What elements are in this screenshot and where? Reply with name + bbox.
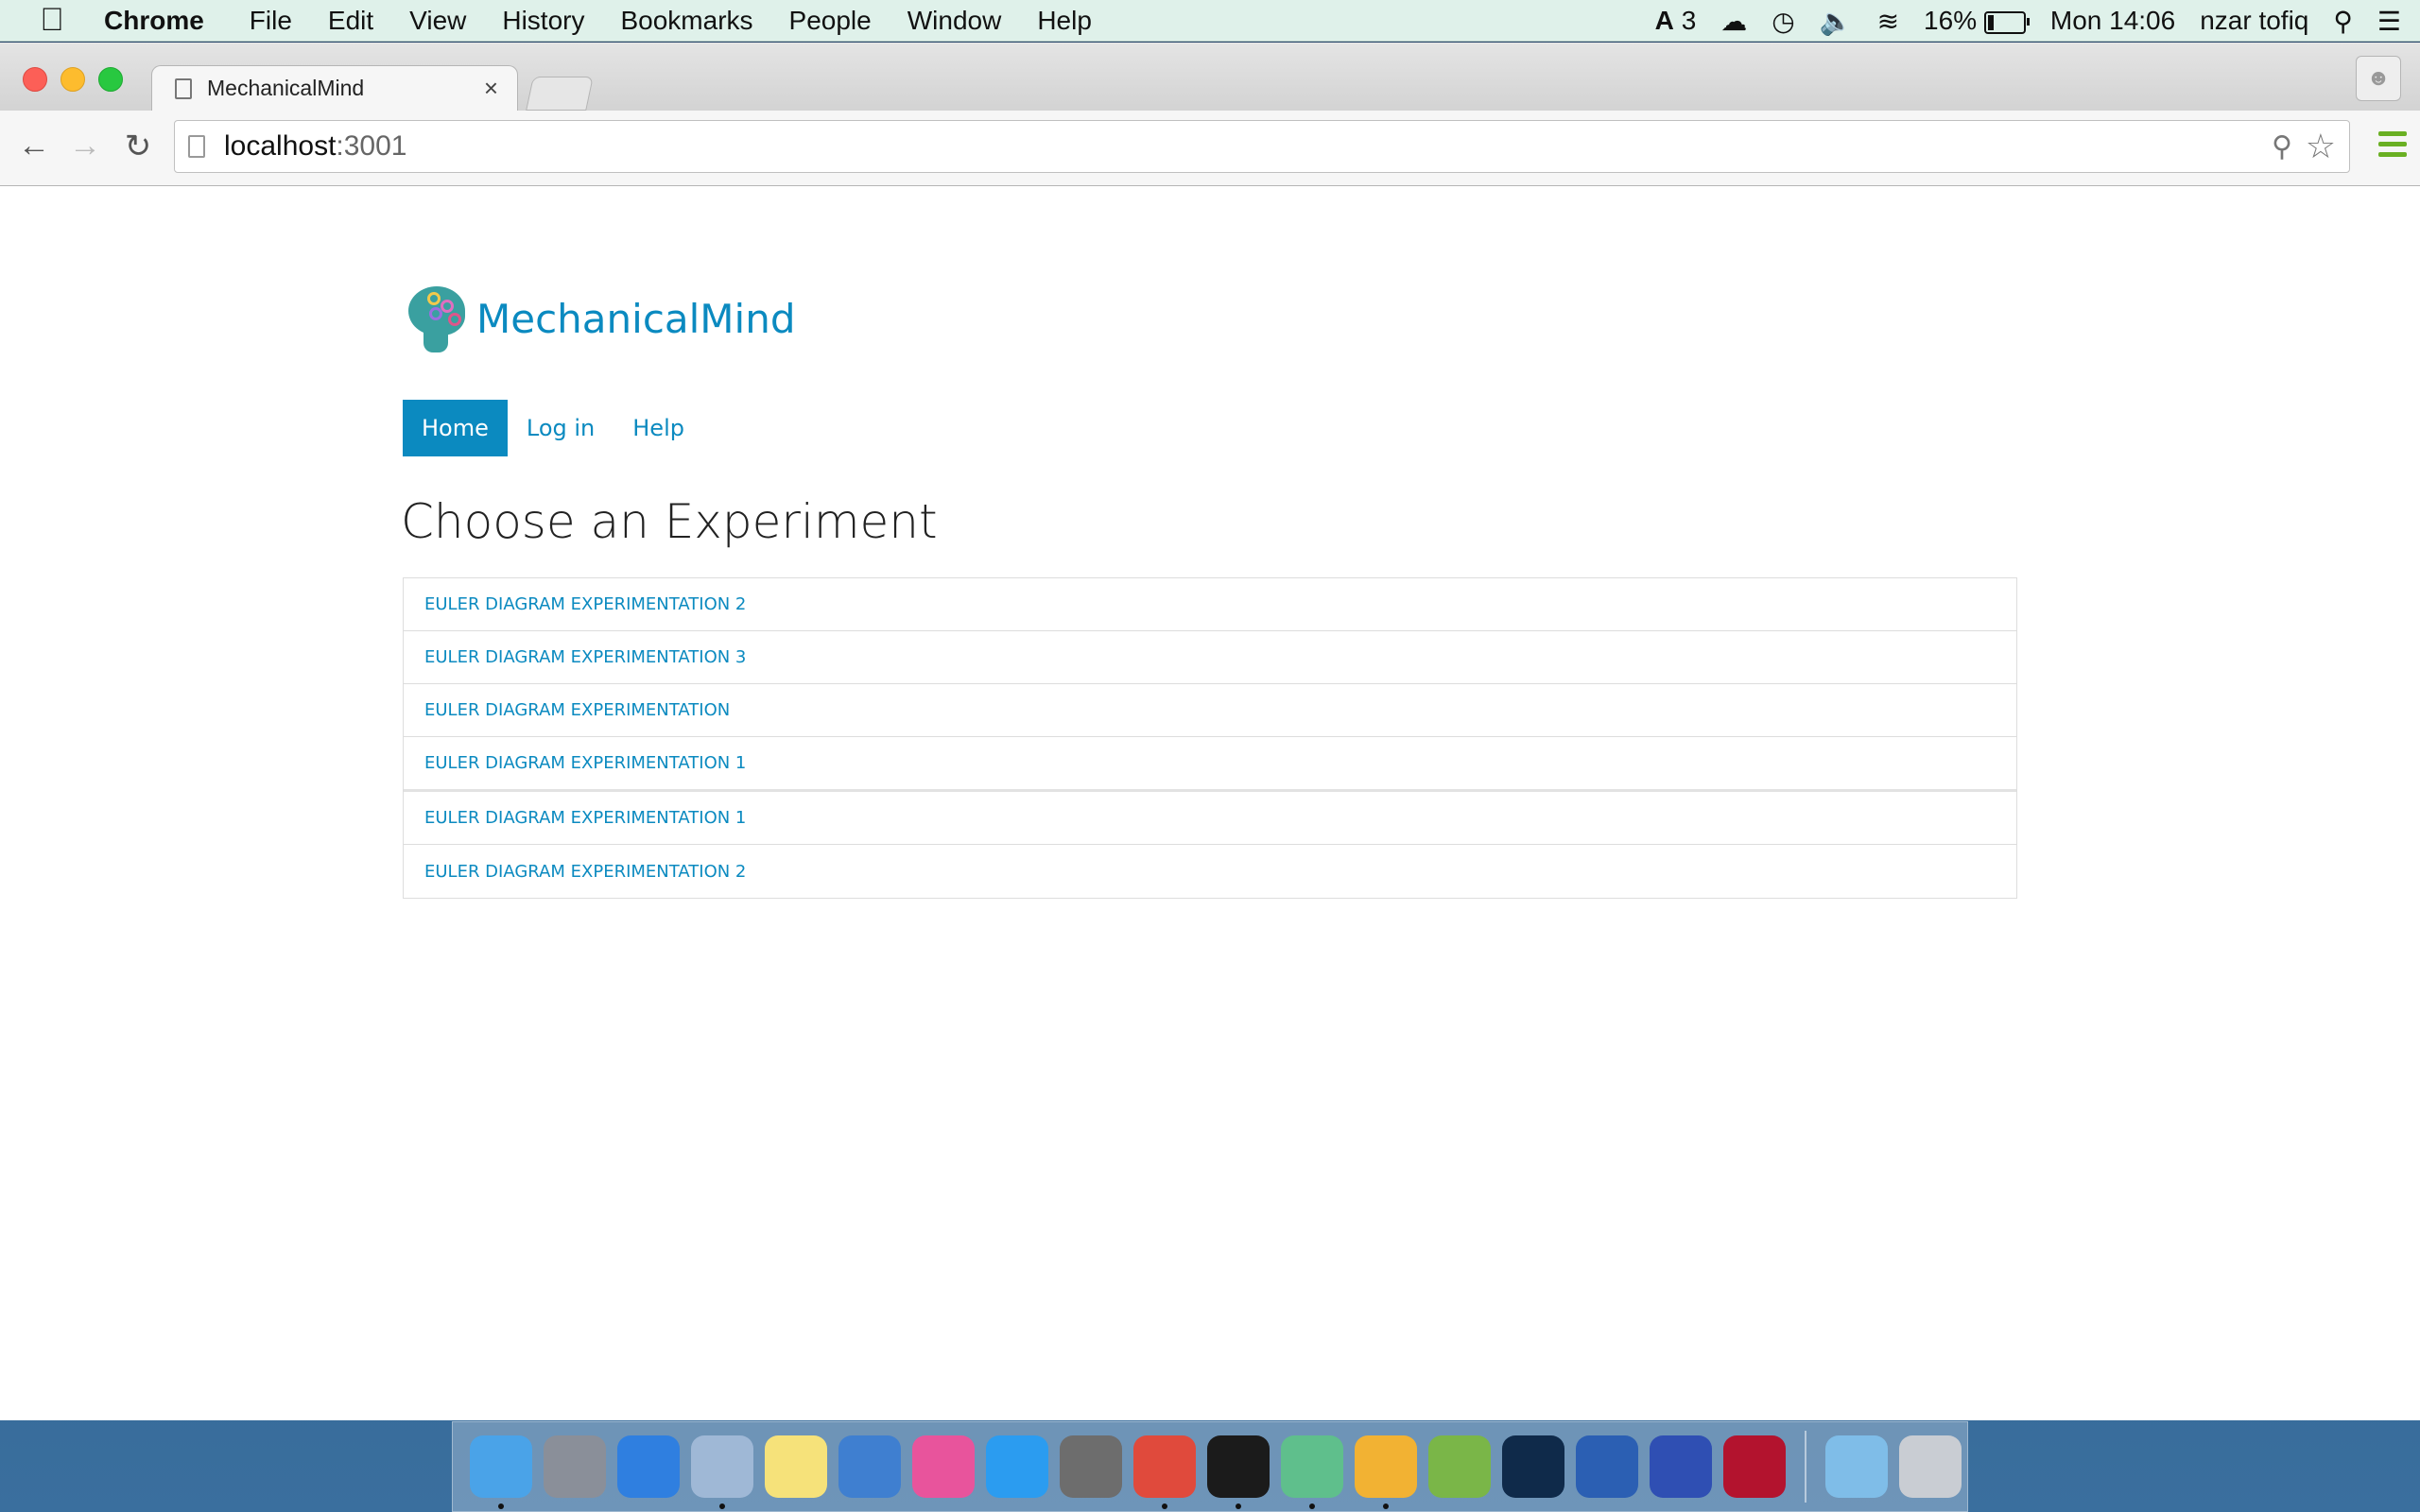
android-studio-icon[interactable] xyxy=(1428,1435,1491,1498)
menu-bar:  Chrome File Edit View History Bookmark… xyxy=(0,0,2420,42)
battery-percent: 16% xyxy=(1924,6,1978,35)
safari-icon[interactable] xyxy=(617,1435,680,1498)
forward-icon[interactable]: → xyxy=(64,128,106,164)
adobe-icon: A xyxy=(1654,6,1674,35)
mendeley-icon[interactable] xyxy=(1723,1435,1786,1498)
page-info-icon[interactable] xyxy=(188,135,205,158)
minimize-window-button[interactable] xyxy=(60,67,85,92)
mail-icon[interactable] xyxy=(691,1435,753,1509)
launchpad-icon[interactable] xyxy=(544,1435,606,1498)
photoshop-icon[interactable] xyxy=(1502,1435,1564,1498)
menu-view[interactable]: View xyxy=(409,6,466,36)
word-icon[interactable] xyxy=(1576,1435,1638,1498)
url-host: localhost xyxy=(224,130,337,162)
notes-icon[interactable] xyxy=(765,1435,827,1498)
nav-log-in[interactable]: Log in xyxy=(508,400,614,456)
time-machine-icon[interactable]: ◷ xyxy=(1772,6,1794,37)
battery-icon xyxy=(1983,10,2030,34)
notification-center-icon[interactable]: ☰ xyxy=(2377,6,2401,37)
terminal-icon[interactable] xyxy=(1207,1435,1270,1509)
nav-help[interactable]: Help xyxy=(614,400,703,456)
chrome-icon[interactable] xyxy=(1133,1435,1196,1509)
volume-icon[interactable]: 🔈 xyxy=(1820,6,1853,37)
system-preferences-icon[interactable] xyxy=(1060,1435,1122,1498)
experiment-link[interactable]: EULER DIAGRAM EXPERIMENTATION 2 xyxy=(404,578,2016,631)
wifi-icon[interactable]: ≋ xyxy=(1877,6,1899,37)
experiment-link[interactable]: EULER DIAGRAM EXPERIMENTATION xyxy=(404,684,2016,737)
experiment-link[interactable]: EULER DIAGRAM EXPERIMENTATION 2 xyxy=(404,845,2016,898)
new-tab-button[interactable] xyxy=(526,77,594,111)
brain-logo-icon xyxy=(405,281,471,356)
page-icon xyxy=(175,77,192,99)
browser-tab[interactable]: MechanicalMind × xyxy=(151,65,518,111)
reload-icon[interactable]: ↻ xyxy=(117,128,159,165)
experiment-link[interactable]: EULER DIAGRAM EXPERIMENTATION 1 xyxy=(404,737,2016,792)
site-nav: Home Log in Help xyxy=(403,400,703,456)
status-area: A 3 ☁ ◷ 🔈 ≋ 16% Mon 14:06 nzar tofiq ⚲ ☰ xyxy=(1655,0,2401,42)
adobe-status[interactable]: A 3 xyxy=(1655,6,1697,36)
brand-name: MechanicalMind xyxy=(476,295,796,342)
chrome-menu-icon[interactable] xyxy=(2378,131,2407,163)
clock[interactable]: Mon 14:06 xyxy=(2050,6,2175,36)
adobe-count: 3 xyxy=(1681,6,1697,35)
cloud-icon[interactable]: ☁ xyxy=(1720,6,1747,37)
browser-window: MechanicalMind × ☻ ← → ↻ localhost:3001 … xyxy=(0,43,2420,1420)
zoom-window-button[interactable] xyxy=(98,67,123,92)
menu-help[interactable]: Help xyxy=(1037,6,1092,36)
menu-history[interactable]: History xyxy=(502,6,584,36)
page-title: Choose an Experiment xyxy=(401,494,938,549)
finder-icon[interactable] xyxy=(470,1435,532,1509)
address-bar[interactable]: localhost:3001 ⚲ ☆ xyxy=(174,120,2350,173)
atom-icon[interactable] xyxy=(1281,1435,1343,1509)
menu-people[interactable]: People xyxy=(789,6,872,36)
menu-bookmarks[interactable]: Bookmarks xyxy=(620,6,752,36)
experiment-list: EULER DIAGRAM EXPERIMENTATION 2 EULER DI… xyxy=(403,577,2017,899)
menu-edit[interactable]: Edit xyxy=(328,6,373,36)
tab-strip: MechanicalMind × ☻ xyxy=(0,43,2420,111)
trash-icon[interactable] xyxy=(1899,1435,1962,1498)
battery-status[interactable]: 16% xyxy=(1924,6,2030,36)
profile-icon[interactable]: ☻ xyxy=(2356,56,2401,101)
spotlight-search-icon[interactable]: ⚲ xyxy=(2333,6,2353,37)
itunes-icon[interactable] xyxy=(912,1435,975,1498)
user-name[interactable]: nzar tofiq xyxy=(2200,6,2308,36)
zoom-icon[interactable]: ⚲ xyxy=(2272,130,2292,163)
url-port: :3001 xyxy=(336,130,407,162)
downloads-folder-icon[interactable] xyxy=(1825,1435,1888,1498)
menu-file[interactable]: File xyxy=(250,6,292,36)
tab-title: MechanicalMind xyxy=(207,76,365,100)
menu-app-name[interactable]: Chrome xyxy=(104,6,204,36)
apple-menu-icon[interactable]:  xyxy=(0,2,104,39)
close-window-button[interactable] xyxy=(23,67,47,92)
web-page: MechanicalMind Home Log in Help Choose a… xyxy=(0,186,2420,1420)
menu-window[interactable]: Window xyxy=(908,6,1002,36)
nav-home[interactable]: Home xyxy=(403,400,508,456)
back-icon[interactable]: ← xyxy=(13,128,55,164)
app-store-icon[interactable] xyxy=(986,1435,1048,1498)
site-brand[interactable]: MechanicalMind xyxy=(405,281,796,356)
url-text[interactable]: localhost:3001 xyxy=(224,130,406,163)
cyberduck-icon[interactable] xyxy=(1650,1435,1712,1498)
bookmark-star-icon[interactable]: ☆ xyxy=(2306,127,2336,166)
battery-fill xyxy=(1987,14,1995,30)
browser-toolbar: ← → ↻ localhost:3001 ⚲ ☆ xyxy=(0,111,2420,186)
dock xyxy=(452,1421,1968,1512)
dock-separator xyxy=(1805,1431,1806,1503)
tab-close-icon[interactable]: × xyxy=(484,74,498,103)
experiment-link[interactable]: EULER DIAGRAM EXPERIMENTATION 3 xyxy=(404,631,2016,684)
chrome-canary-icon[interactable] xyxy=(1355,1435,1417,1509)
keynote-icon[interactable] xyxy=(838,1435,901,1498)
experiment-link[interactable]: EULER DIAGRAM EXPERIMENTATION 1 xyxy=(404,792,2016,845)
